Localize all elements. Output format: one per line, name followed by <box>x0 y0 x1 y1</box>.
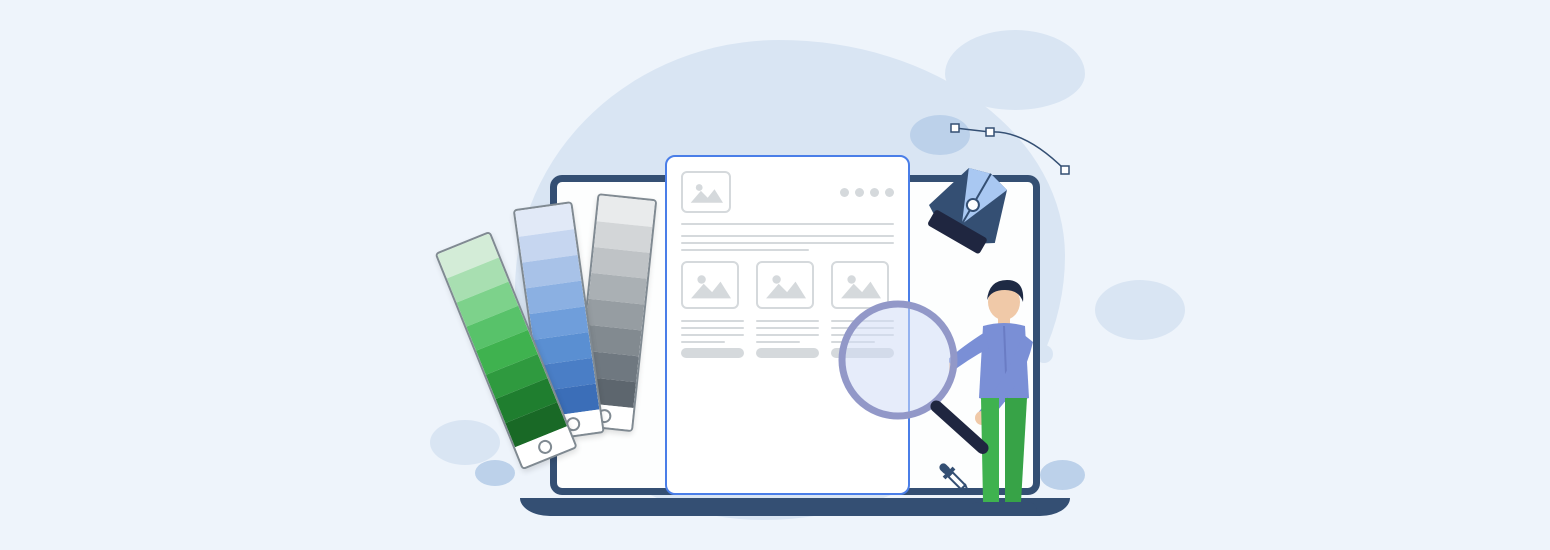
image-placeholder-icon <box>681 171 731 213</box>
magnifier-icon <box>828 290 1018 480</box>
eyedropper-icon <box>931 455 977 501</box>
blob-shape <box>945 30 1085 110</box>
blob-shape <box>1095 280 1185 340</box>
pagination-dots <box>840 188 894 197</box>
pen-tool-icon <box>915 120 1075 260</box>
blob-shape <box>430 420 500 465</box>
image-placeholder-icon <box>756 261 814 309</box>
blob-shape <box>475 460 515 486</box>
illustration-stage <box>375 0 1175 550</box>
image-placeholder-icon <box>681 261 739 309</box>
